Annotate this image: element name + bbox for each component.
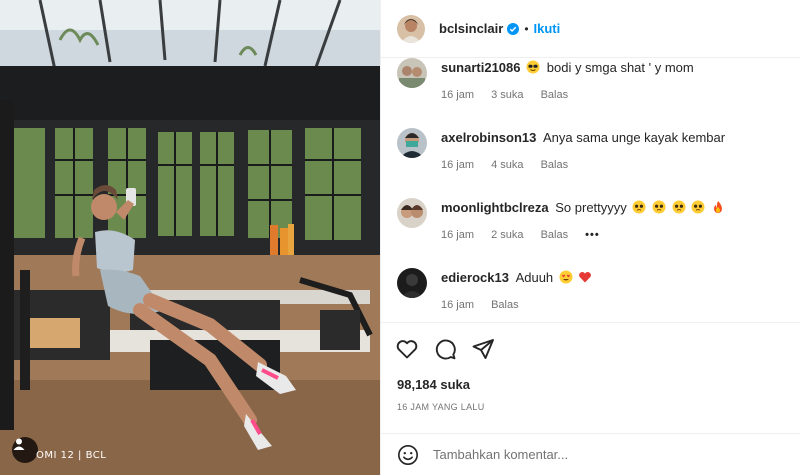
- comment-username[interactable]: edierock13: [441, 270, 509, 285]
- comment-time: 16 jam: [441, 89, 475, 101]
- commenter-avatar[interactable]: [397, 128, 427, 158]
- comment-time: 16 jam: [441, 299, 475, 311]
- comment-text: Aduuh: [515, 270, 554, 285]
- comment-username[interactable]: axelrobinson13: [441, 130, 536, 145]
- post-actions: 98,184 suka 16 JAM YANG LALU: [381, 322, 800, 442]
- post-photo[interactable]: OMI 12 | BCL: [0, 0, 380, 475]
- reply-button[interactable]: Balas: [541, 159, 569, 171]
- post-header: bclsinclair • Ikuti: [381, 0, 800, 58]
- red-heart-emoji-icon: [579, 272, 592, 283]
- comment-meta: 16 jam 3 suka Balas: [441, 89, 582, 101]
- comment-icon[interactable]: [433, 337, 457, 361]
- comment-likes[interactable]: 4 suka: [491, 159, 523, 171]
- comment-options-button[interactable]: •••: [585, 229, 600, 241]
- comment-meta: 16 jam Balas: [441, 299, 533, 311]
- comment-username[interactable]: moonlightbclreza: [441, 200, 549, 215]
- comment-body: moonlightbclreza So prettyyyy: [441, 200, 784, 216]
- share-icon[interactable]: [471, 337, 495, 361]
- comment-item: axelrobinson13 Anya sama unge kayak kemb…: [397, 128, 784, 188]
- comment-meta: 16 jam 4 suka Balas: [441, 159, 582, 171]
- heart-eyes-emoji-icon: [559, 270, 573, 284]
- pleading-face-emoji-icon: [672, 200, 686, 214]
- comment-body: axelrobinson13 Anya sama unge kayak kemb…: [441, 130, 784, 146]
- reply-button[interactable]: Balas: [491, 299, 519, 311]
- comment-text: So prettyyyy: [555, 200, 627, 215]
- comment-time: 16 jam: [441, 229, 475, 241]
- comment-username[interactable]: sunarti21086: [441, 60, 521, 75]
- emoji-icon[interactable]: [397, 444, 419, 466]
- comment-item: edierock13 Aduuh 16 jam Balas: [397, 268, 784, 328]
- comment-text: bodi y smga shat ' y mom: [546, 60, 694, 75]
- comment-time: 16 jam: [441, 159, 475, 171]
- comment-text: Anya sama unge kayak kembar: [543, 130, 726, 145]
- commenter-avatar[interactable]: [397, 268, 427, 298]
- commenter-avatar[interactable]: [397, 198, 427, 228]
- like-count[interactable]: 98,184 suka: [397, 377, 470, 392]
- post-modal: OMI 12 | BCL bclsinclair • Ikuti sunarti…: [0, 0, 800, 475]
- comment-body: sunarti21086 bodi y smga shat ' y mom: [441, 60, 784, 76]
- comment-likes[interactable]: 2 suka: [491, 229, 523, 241]
- post-details-panel: bclsinclair • Ikuti sunarti21086 bodi y …: [380, 0, 800, 475]
- verified-badge-icon: [507, 22, 520, 35]
- author-username[interactable]: bclsinclair: [439, 21, 503, 36]
- comment-item: sunarti21086 bodi y smga shat ' y mom 16…: [397, 58, 784, 118]
- reply-button[interactable]: Balas: [541, 229, 569, 241]
- separator-dot: •: [524, 21, 529, 36]
- comment-meta: 16 jam 2 suka Balas •••: [441, 229, 614, 241]
- comment-body: edierock13 Aduuh: [441, 270, 784, 286]
- sunglasses-emoji-icon: [526, 60, 540, 74]
- comment-likes[interactable]: 3 suka: [491, 89, 523, 101]
- photo-watermark: OMI 12 | BCL: [36, 450, 107, 461]
- comment-input[interactable]: [433, 447, 773, 462]
- follow-button[interactable]: Ikuti: [534, 21, 561, 36]
- pleading-face-emoji-icon: [632, 200, 646, 214]
- photo-illustration: [0, 0, 380, 475]
- tag-user-icon[interactable]: [12, 437, 38, 463]
- comments-list: sunarti21086 bodi y smga shat ' y mom 16…: [381, 58, 800, 322]
- pleading-face-emoji-icon: [691, 200, 705, 214]
- reply-button[interactable]: Balas: [541, 89, 569, 101]
- commenter-avatar[interactable]: [397, 58, 427, 88]
- like-icon[interactable]: [395, 337, 419, 361]
- post-timestamp: 16 JAM YANG LALU: [397, 402, 485, 412]
- author-avatar[interactable]: [397, 14, 425, 43]
- comment-item: moonlightbclreza So prettyyyy 16 jam 2 s…: [397, 198, 784, 258]
- pleading-face-emoji-icon: [652, 200, 666, 214]
- fire-emoji-icon: [713, 201, 722, 213]
- add-comment-bar: [381, 433, 800, 475]
